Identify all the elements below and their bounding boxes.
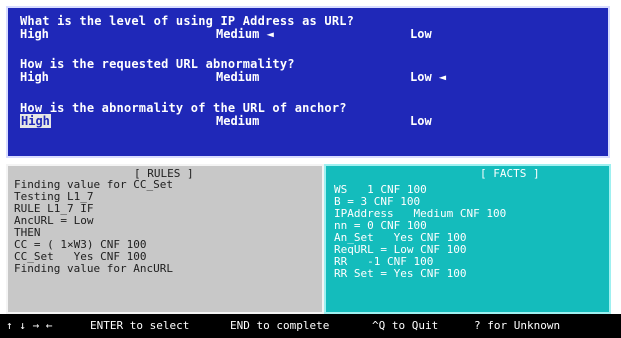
q3-option-high[interactable]: High [20, 114, 51, 128]
end-hint: END to complete [230, 319, 330, 332]
q1-option-high[interactable]: High [20, 27, 49, 41]
status-bar: ↑ ↓ → ← ENTER to select END to complete … [0, 314, 621, 338]
facts-title: [ FACTS ] [480, 167, 540, 180]
unknown-hint: ? for Unknown [474, 319, 561, 332]
q1-option-low[interactable]: Low [410, 27, 432, 41]
enter-hint: ENTER to select [90, 319, 190, 332]
question-2-text: How is the requested URL abnormality? [20, 57, 295, 71]
q2-option-medium[interactable]: Medium [216, 70, 259, 84]
q2-option-high[interactable]: High [20, 70, 49, 84]
question-1-text: What is the level of using IP Address as… [20, 14, 355, 28]
rules-panel: [ RULES ] Finding value for CC_Set Testi… [6, 164, 324, 314]
quit-hint: ^Q to Quit [372, 319, 439, 332]
arrow-keys-hint: ↑ ↓ → ← [6, 319, 53, 332]
q3-option-low[interactable]: Low [410, 114, 432, 128]
question-panel: What is the level of using IP Address as… [6, 6, 610, 158]
q2-option-low[interactable]: Low ◄ [410, 70, 446, 84]
q3-option-medium[interactable]: Medium [216, 114, 259, 128]
facts-line: RR Set = Yes CNF 100 [334, 267, 467, 280]
rules-line: Finding value for AncURL [14, 262, 173, 275]
facts-panel: [ FACTS ] WS 1 CNF 100 B = 3 CNF 100 IPA… [324, 164, 611, 314]
question-3-text: How is the abnormality of the URL of anc… [20, 101, 347, 115]
expert-system-screen: What is the level of using IP Address as… [0, 0, 621, 338]
q1-option-medium[interactable]: Medium ◄ [216, 27, 274, 41]
